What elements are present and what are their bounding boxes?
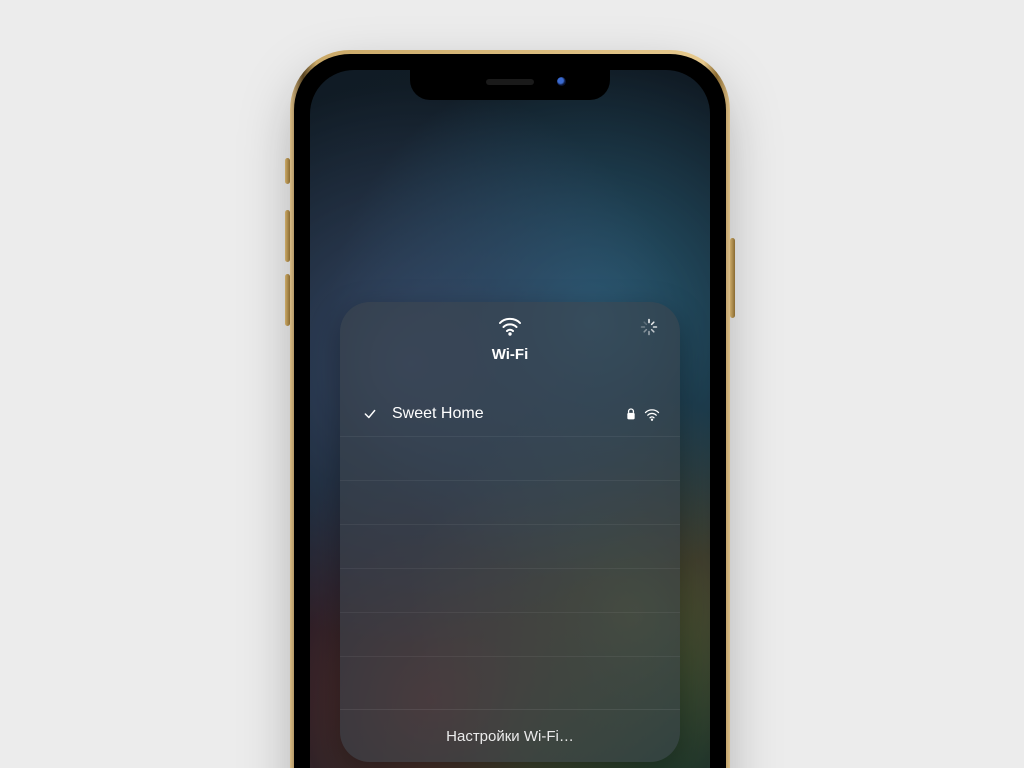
network-row-empty [340, 480, 680, 524]
speaker-grill [486, 79, 534, 85]
wifi-panel: Wi-Fi Sweet Home [340, 302, 680, 762]
wifi-icon [498, 316, 522, 336]
notch [410, 70, 610, 100]
panel-title: Wi-Fi [340, 346, 680, 363]
front-camera [557, 77, 566, 86]
lock-icon [626, 408, 636, 421]
panel-header: Wi-Fi [340, 302, 680, 382]
phone-frame: Wi-Fi Sweet Home [290, 50, 730, 768]
network-meta [626, 408, 660, 421]
wifi-signal-icon [644, 408, 660, 421]
volume-down-button [285, 274, 290, 326]
network-row-connected[interactable]: Sweet Home [340, 392, 680, 436]
power-button [730, 238, 735, 318]
spinner-icon [640, 318, 658, 336]
wifi-settings-button[interactable]: Настройки Wi-Fi… [340, 709, 680, 762]
stage: Wi-Fi Sweet Home [0, 0, 1024, 768]
network-row-empty [340, 436, 680, 480]
network-list: Sweet Home [340, 392, 680, 700]
network-row-empty [340, 656, 680, 700]
network-name: Sweet Home [392, 405, 626, 423]
mute-switch [285, 158, 290, 184]
phone-screen: Wi-Fi Sweet Home [310, 70, 710, 768]
network-row-empty [340, 524, 680, 568]
volume-up-button [285, 210, 290, 262]
network-row-empty [340, 568, 680, 612]
network-row-empty [340, 612, 680, 656]
wifi-settings-label: Настройки Wi-Fi… [446, 728, 574, 745]
phone-bezel: Wi-Fi Sweet Home [294, 54, 726, 768]
check-icon [360, 407, 380, 421]
